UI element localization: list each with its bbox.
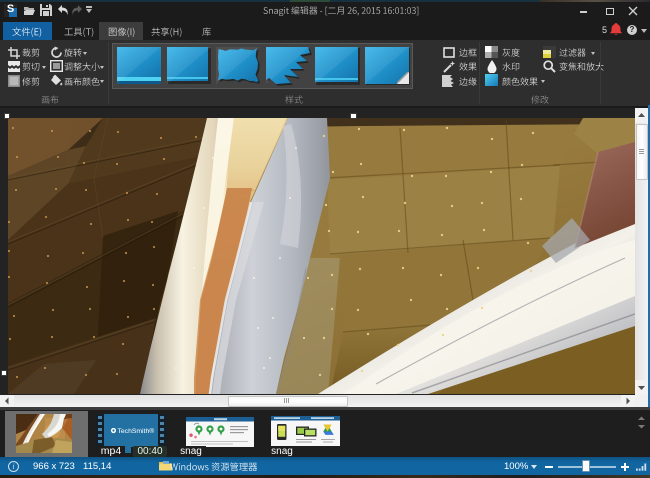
svg-text:TechSmith®: TechSmith® [118, 427, 155, 435]
